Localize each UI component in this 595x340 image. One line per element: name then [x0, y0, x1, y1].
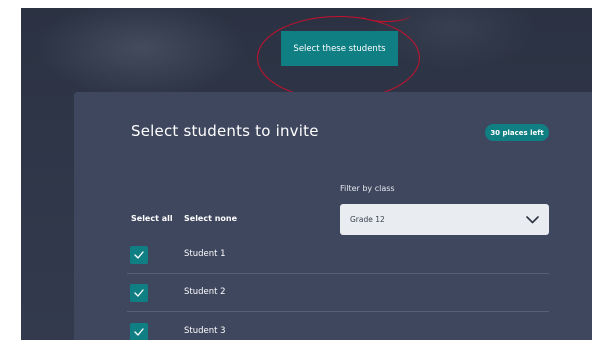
- student-checkbox[interactable]: [130, 323, 148, 340]
- student-checkbox[interactable]: [130, 284, 148, 302]
- select-none-link[interactable]: Select none: [184, 214, 237, 223]
- row-divider: [127, 311, 549, 312]
- checkmark-icon: [134, 251, 144, 259]
- checkmark-icon: [134, 328, 144, 336]
- student-row: Student 3: [127, 314, 549, 340]
- class-filter-select[interactable]: Grade 12: [340, 204, 549, 235]
- panel-title: Select students to invite: [131, 122, 319, 140]
- highlight-circle-tail: [361, 8, 411, 22]
- places-left-badge: 30 places left: [485, 124, 549, 141]
- row-divider: [127, 273, 549, 274]
- invite-panel: Select students to invite 30 places left…: [74, 92, 592, 340]
- page-background: Select these students Select students to…: [21, 8, 592, 340]
- student-name: Student 1: [184, 249, 226, 259]
- student-name: Student 2: [184, 287, 226, 297]
- filter-label: Filter by class: [340, 184, 395, 193]
- student-name: Student 3: [184, 326, 226, 336]
- chevron-down-icon: [526, 215, 539, 223]
- student-row: Student 2: [127, 275, 549, 312]
- student-row: Student 1: [127, 237, 549, 274]
- student-checkbox[interactable]: [130, 246, 148, 264]
- checkmark-icon: [134, 289, 144, 297]
- select-these-students-button[interactable]: Select these students: [281, 31, 398, 66]
- select-all-link[interactable]: Select all: [131, 214, 173, 223]
- class-filter-value: Grade 12: [350, 215, 385, 224]
